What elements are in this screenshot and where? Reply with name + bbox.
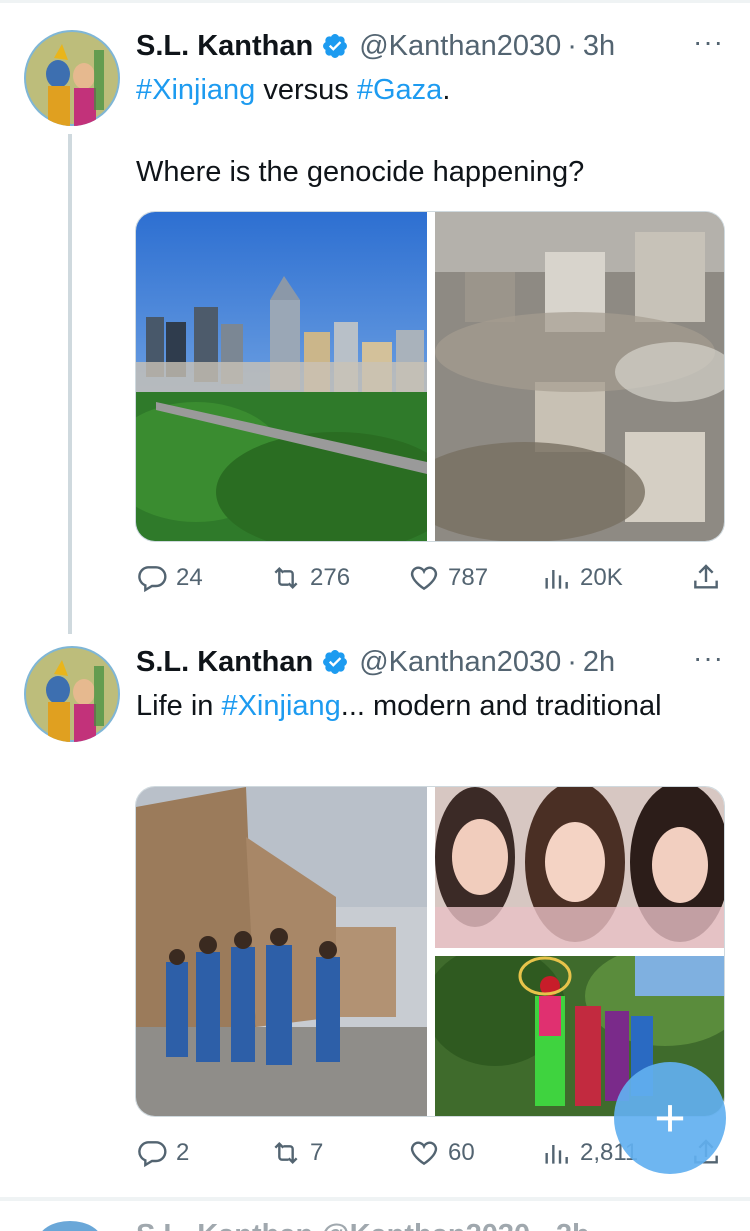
destroyed-buildings-rubble-photo[interactable] [435,212,725,542]
author-handle[interactable]: @Kanthan2030 [359,30,561,63]
students-walking-street-photo[interactable] [136,787,427,1117]
three-women-selfie-photo[interactable] [435,787,725,948]
author-name[interactable]: S.L. Kanthan [136,30,313,63]
text-line: Where is the genocide happening? [136,156,585,188]
share-button[interactable] [690,558,722,598]
heart-icon [410,1141,438,1166]
hashtag-link[interactable]: #Xinjiang [136,74,255,106]
separator-dot: · [567,29,577,62]
views-count: 20K [580,564,623,591]
verified-badge-icon [323,34,348,58]
text-fragment: versus [255,74,357,106]
text-fragment: ... modern and traditional [340,690,662,722]
views-bar-chart-icon [545,570,568,589]
views-bar-chart-icon [545,1145,568,1164]
media-grid [135,211,725,542]
reply-count: 24 [176,564,203,591]
heart-icon [410,566,438,591]
next-tweet-header: S.L. Kanthan @Kanthan2030 · 2h [136,1219,590,1231]
views-button[interactable]: 20K [540,558,623,598]
tweet-text: Life in #Xinjiang... modern and traditio… [136,686,726,727]
next-tweet-peek[interactable]: S.L. Kanthan @Kanthan2030 · 2h [0,1201,750,1231]
repost-icon [274,566,298,590]
tweet-timestamp[interactable]: 3h [583,30,615,63]
reply-button[interactable]: 24 [136,558,203,598]
text-fragment: . [442,74,451,106]
separator-dot: · [567,645,577,678]
repost-button[interactable]: 7 [270,1133,323,1173]
share-upload-icon [694,564,718,589]
hashtag-link[interactable]: #Xinjiang [221,690,340,722]
author-avatar[interactable] [24,646,120,742]
repost-count: 276 [310,564,351,591]
reply-button[interactable]: 2 [136,1133,189,1173]
tweet-actions: 24 276 787 20K [136,558,726,598]
tweet-header: S.L. Kanthan @Kanthan2030 · 3h [136,26,615,66]
reply-icon [138,566,167,593]
tweet-header: S.L. Kanthan @Kanthan2030 · 2h [136,642,615,682]
more-options-icon[interactable]: ··· [693,642,724,674]
media-grid [135,786,725,1117]
tweet-1[interactable]: S.L. Kanthan @Kanthan2030 · 3h ··· #Xinj… [0,0,750,634]
author-handle[interactable]: @Kanthan2030 [359,646,561,679]
compose-plus-icon[interactable]: + [614,1062,726,1174]
reply-icon [138,1141,167,1168]
author-name[interactable]: S.L. Kanthan [136,646,313,679]
repost-icon [274,1141,298,1165]
modern-city-skyline-photo[interactable] [136,212,427,542]
text-fragment: Life in [136,690,222,722]
like-button[interactable]: 787 [408,558,488,598]
repost-count: 7 [310,1139,324,1166]
tweet-timestamp[interactable]: 2h [583,646,615,679]
tweet-text: #Xinjiang versus #Gaza. Where is the gen… [136,70,726,193]
verified-badge-icon [323,650,348,674]
like-button[interactable]: 60 [408,1133,475,1173]
like-count: 60 [448,1139,475,1166]
author-avatar[interactable] [24,30,120,126]
thread-connector-line [68,134,72,634]
author-avatar[interactable] [38,1221,102,1231]
repost-button[interactable]: 276 [270,558,350,598]
hashtag-link[interactable]: #Gaza [357,74,442,106]
reply-count: 2 [176,1139,190,1166]
more-options-icon[interactable]: ··· [693,26,724,58]
like-count: 787 [448,564,489,591]
